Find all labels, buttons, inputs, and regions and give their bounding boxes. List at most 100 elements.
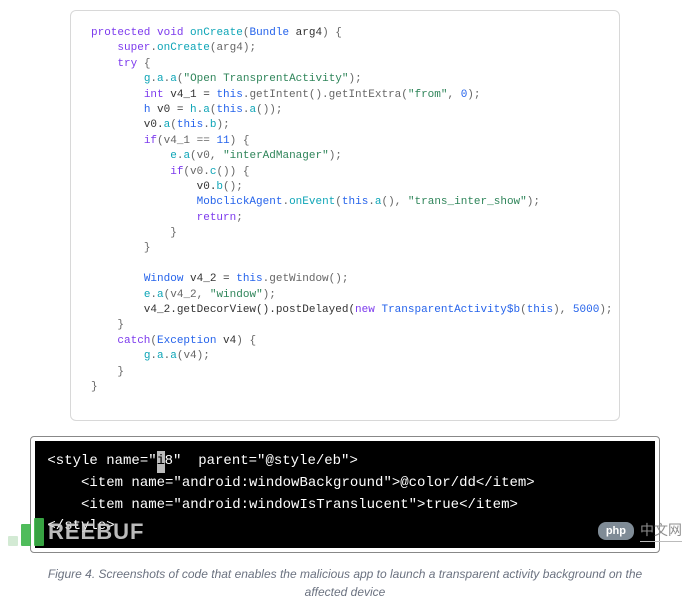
code-token: MobclickAgent (197, 196, 283, 208)
code-token: if (144, 135, 157, 147)
code-token: arg4 (289, 27, 322, 39)
php-badge-icon: php (598, 522, 634, 540)
code-token: this (216, 104, 242, 116)
code-token (91, 73, 144, 85)
code-token (91, 166, 170, 178)
code-token: { (144, 58, 151, 70)
code-token: v4_2.getDecorView().postDelayed( (91, 304, 355, 316)
code-token: ) { (236, 335, 256, 347)
code-token: 11 (216, 135, 229, 147)
code-token (91, 150, 170, 162)
code-token: "Open TransprentActivity" (183, 73, 348, 85)
code-token (91, 289, 144, 301)
code-token: } (91, 381, 98, 393)
code-token (91, 212, 197, 224)
code-token: ); (527, 196, 540, 208)
code-token (91, 135, 144, 147)
code-token: "trans_inter_show" (408, 196, 527, 208)
code-token (91, 350, 144, 362)
watermark-phpcn: php 中文网 (598, 520, 682, 542)
code-token: v0. (91, 181, 216, 193)
code-token: ( (170, 119, 177, 131)
code-token: e (170, 150, 177, 162)
code-token (91, 89, 144, 101)
code-token: v0. (91, 119, 164, 131)
code-token: a (170, 350, 177, 362)
code-token: (v4); (177, 350, 210, 362)
code-token: a (157, 350, 164, 362)
code-token: onEvent (289, 196, 335, 208)
code-token: a (375, 196, 382, 208)
code-token: Exception (157, 335, 216, 347)
code-token: onCreate (190, 27, 243, 39)
watermark-phpcn-text: 中文网 (640, 520, 682, 542)
code-token: protected (91, 27, 150, 39)
code-token: this (342, 196, 368, 208)
code-token: a (170, 73, 177, 85)
code-token: this (527, 304, 553, 316)
code-token: } (170, 227, 177, 239)
code-token: (); (223, 181, 243, 193)
code-token: . (203, 119, 210, 131)
code-token: ); (467, 89, 480, 101)
code-token: (v4_2, (164, 289, 210, 301)
code-token: this (236, 273, 262, 285)
code-token: ()); (256, 104, 282, 116)
code-token: new (355, 304, 375, 316)
code-token: h (190, 104, 197, 116)
code-token: } (144, 242, 151, 254)
text-cursor: i (157, 451, 165, 473)
code-token (91, 366, 117, 378)
watermark-freebuf: REEBUF (8, 518, 144, 546)
code-token: } (117, 319, 124, 331)
code-token: int (144, 89, 164, 101)
figure-caption: Figure 4. Screenshots of code that enabl… (0, 563, 690, 601)
code-token: Bundle (249, 27, 289, 39)
code-token: catch (117, 335, 150, 347)
code-token: ) { (322, 27, 342, 39)
code-token: a (157, 73, 164, 85)
code-token: ); (599, 304, 612, 316)
code-token: void (157, 27, 183, 39)
code-token: ); (349, 73, 362, 85)
code-token: . (368, 196, 375, 208)
code-token: ()) { (216, 166, 249, 178)
code-token (91, 242, 144, 254)
code-token: ( (520, 304, 527, 316)
code-token: onCreate (157, 42, 210, 54)
code-token: "interAdManager" (223, 150, 329, 162)
code-token: 5000 (573, 304, 599, 316)
code-token: (), (382, 196, 408, 208)
code-token: a (157, 289, 164, 301)
code-token (91, 42, 117, 54)
code-token: v0 = (150, 104, 190, 116)
code-token: v4_1 = (164, 89, 217, 101)
code-token: } (117, 366, 124, 378)
code-token: Window (144, 273, 184, 285)
code-token: a (203, 104, 210, 116)
code-token: TransparentActivity$b (381, 304, 520, 316)
code-token: ) { (230, 135, 250, 147)
code-token: .getWindow(); (263, 273, 349, 285)
code-token: ), (553, 304, 573, 316)
code-token: try (117, 58, 137, 70)
code-token (91, 273, 144, 285)
code-token: ); (263, 289, 276, 301)
java-code-block: protected void onCreate(Bundle arg4) { s… (70, 10, 620, 421)
watermark-freebuf-text: REEBUF (48, 519, 144, 545)
code-token (91, 335, 117, 347)
code-token: .getIntent().getIntExtra( (243, 89, 408, 101)
code-token: , (447, 89, 460, 101)
code-token: (v0, (190, 150, 223, 162)
code-token: ; (236, 212, 243, 224)
code-token (137, 58, 144, 70)
freebuf-logo-icon (8, 518, 44, 546)
code-token: ); (216, 119, 229, 131)
code-token: (arg4); (210, 42, 256, 54)
code-token (91, 58, 117, 70)
code-token: ( (335, 196, 342, 208)
code-token: ); (329, 150, 342, 162)
code-token: "window" (210, 289, 263, 301)
code-token: v4 (216, 335, 236, 347)
code-token: this (177, 119, 203, 131)
